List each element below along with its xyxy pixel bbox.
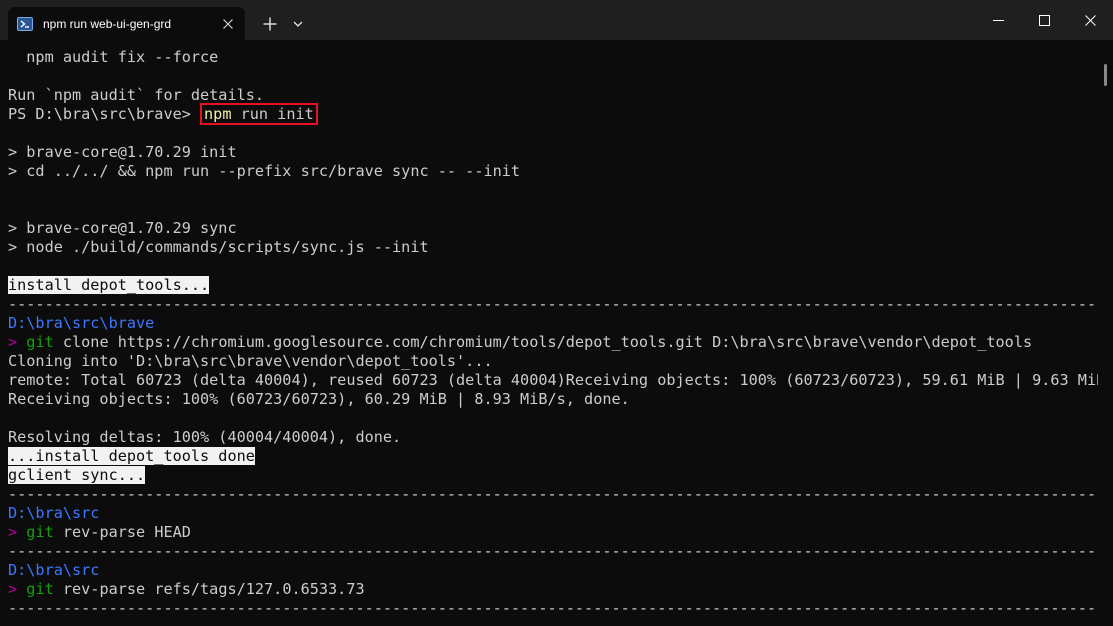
separator-line: ----------------------------------------… (8, 599, 1098, 617)
chevron-down-icon (293, 21, 303, 27)
path-line: D:\bra\src (8, 504, 100, 522)
terminal-tab[interactable]: npm run web-ui-gen-grd (8, 7, 245, 40)
status-highlight: install depot_tools... (8, 276, 210, 294)
output-line: > node ./build/commands/scripts/sync.js … (8, 238, 429, 256)
output-line: > cd ../../ && npm run --prefix src/brav… (8, 162, 521, 180)
git-command-line: > git rev-parse HEAD (8, 523, 1098, 542)
git-keyword: git (26, 333, 54, 351)
git-command-line: > git clone https://chromium.googlesourc… (8, 333, 1098, 352)
command-marker: > (8, 333, 27, 351)
minimize-button[interactable] (975, 0, 1021, 40)
output-line: > brave-core@1.70.29 init (8, 143, 237, 161)
command-args: rev-parse HEAD (53, 523, 191, 541)
prompt-line: PS D:\bra\src\brave> npm run init (8, 103, 1098, 125)
output-line: Resolving deltas: 100% (40004/40004), do… (8, 428, 402, 446)
output-line: Cloning into 'D:\bra\src\brave\vendor\de… (8, 352, 493, 370)
prompt: PS D:\bra\src\brave> (8, 105, 201, 123)
command-npm: npm (204, 105, 232, 123)
git-keyword: git (26, 580, 54, 598)
separator-line: ----------------------------------------… (8, 542, 1098, 560)
output-line: install depot_tools... (8, 276, 1098, 295)
output-line: Receiving objects: 100% (60723/60723), 6… (8, 390, 630, 408)
status-highlight: ...install depot_tools done (8, 447, 255, 465)
status-highlight: gclient sync... (8, 466, 146, 484)
new-tab-button[interactable] (256, 10, 284, 38)
highlighted-command: npm run init (200, 103, 318, 125)
maximize-icon (1038, 14, 1050, 26)
minimize-icon (992, 19, 1004, 21)
close-tab-button[interactable] (213, 9, 243, 39)
git-keyword: git (26, 523, 54, 541)
close-icon (1084, 14, 1096, 26)
output-line: gclient sync... (8, 466, 1098, 485)
tab-dropdown-button[interactable] (287, 10, 309, 38)
title-bar: npm run web-ui-gen-grd (0, 0, 1113, 40)
close-window-button[interactable] (1067, 0, 1113, 40)
path-line: D:\bra\src (8, 561, 100, 579)
command-marker: > (8, 580, 27, 598)
separator-line: ----------------------------------------… (8, 295, 1098, 313)
close-icon (223, 18, 233, 29)
plus-icon (263, 17, 277, 31)
command-args: clone https://chromium.googlesource.com/… (53, 333, 1033, 351)
output-line: > brave-core@1.70.29 sync (8, 219, 237, 237)
powershell-icon (17, 16, 33, 31)
terminal-output[interactable]: npm audit fix --force Run `npm audit` fo… (8, 48, 1098, 626)
output-line: remote: Total 60723 (delta 40004), reuse… (8, 371, 1098, 389)
separator-line: ----------------------------------------… (8, 485, 1098, 503)
scrollbar-thumb[interactable] (1104, 64, 1107, 86)
output-line: npm audit fix --force (8, 48, 219, 66)
output-line: ...install depot_tools done (8, 447, 1098, 466)
tab-title: npm run web-ui-gen-grd (43, 16, 172, 31)
command-args: rev-parse refs/tags/127.0.6533.73 (53, 580, 365, 598)
git-command-line: > git rev-parse refs/tags/127.0.6533.73 (8, 580, 1098, 599)
output-line: Run `npm audit` for details. (8, 86, 265, 104)
command-marker: > (8, 523, 27, 541)
maximize-button[interactable] (1021, 0, 1067, 40)
path-line: D:\bra\src\brave (8, 314, 155, 332)
command-args: run init (231, 105, 314, 123)
